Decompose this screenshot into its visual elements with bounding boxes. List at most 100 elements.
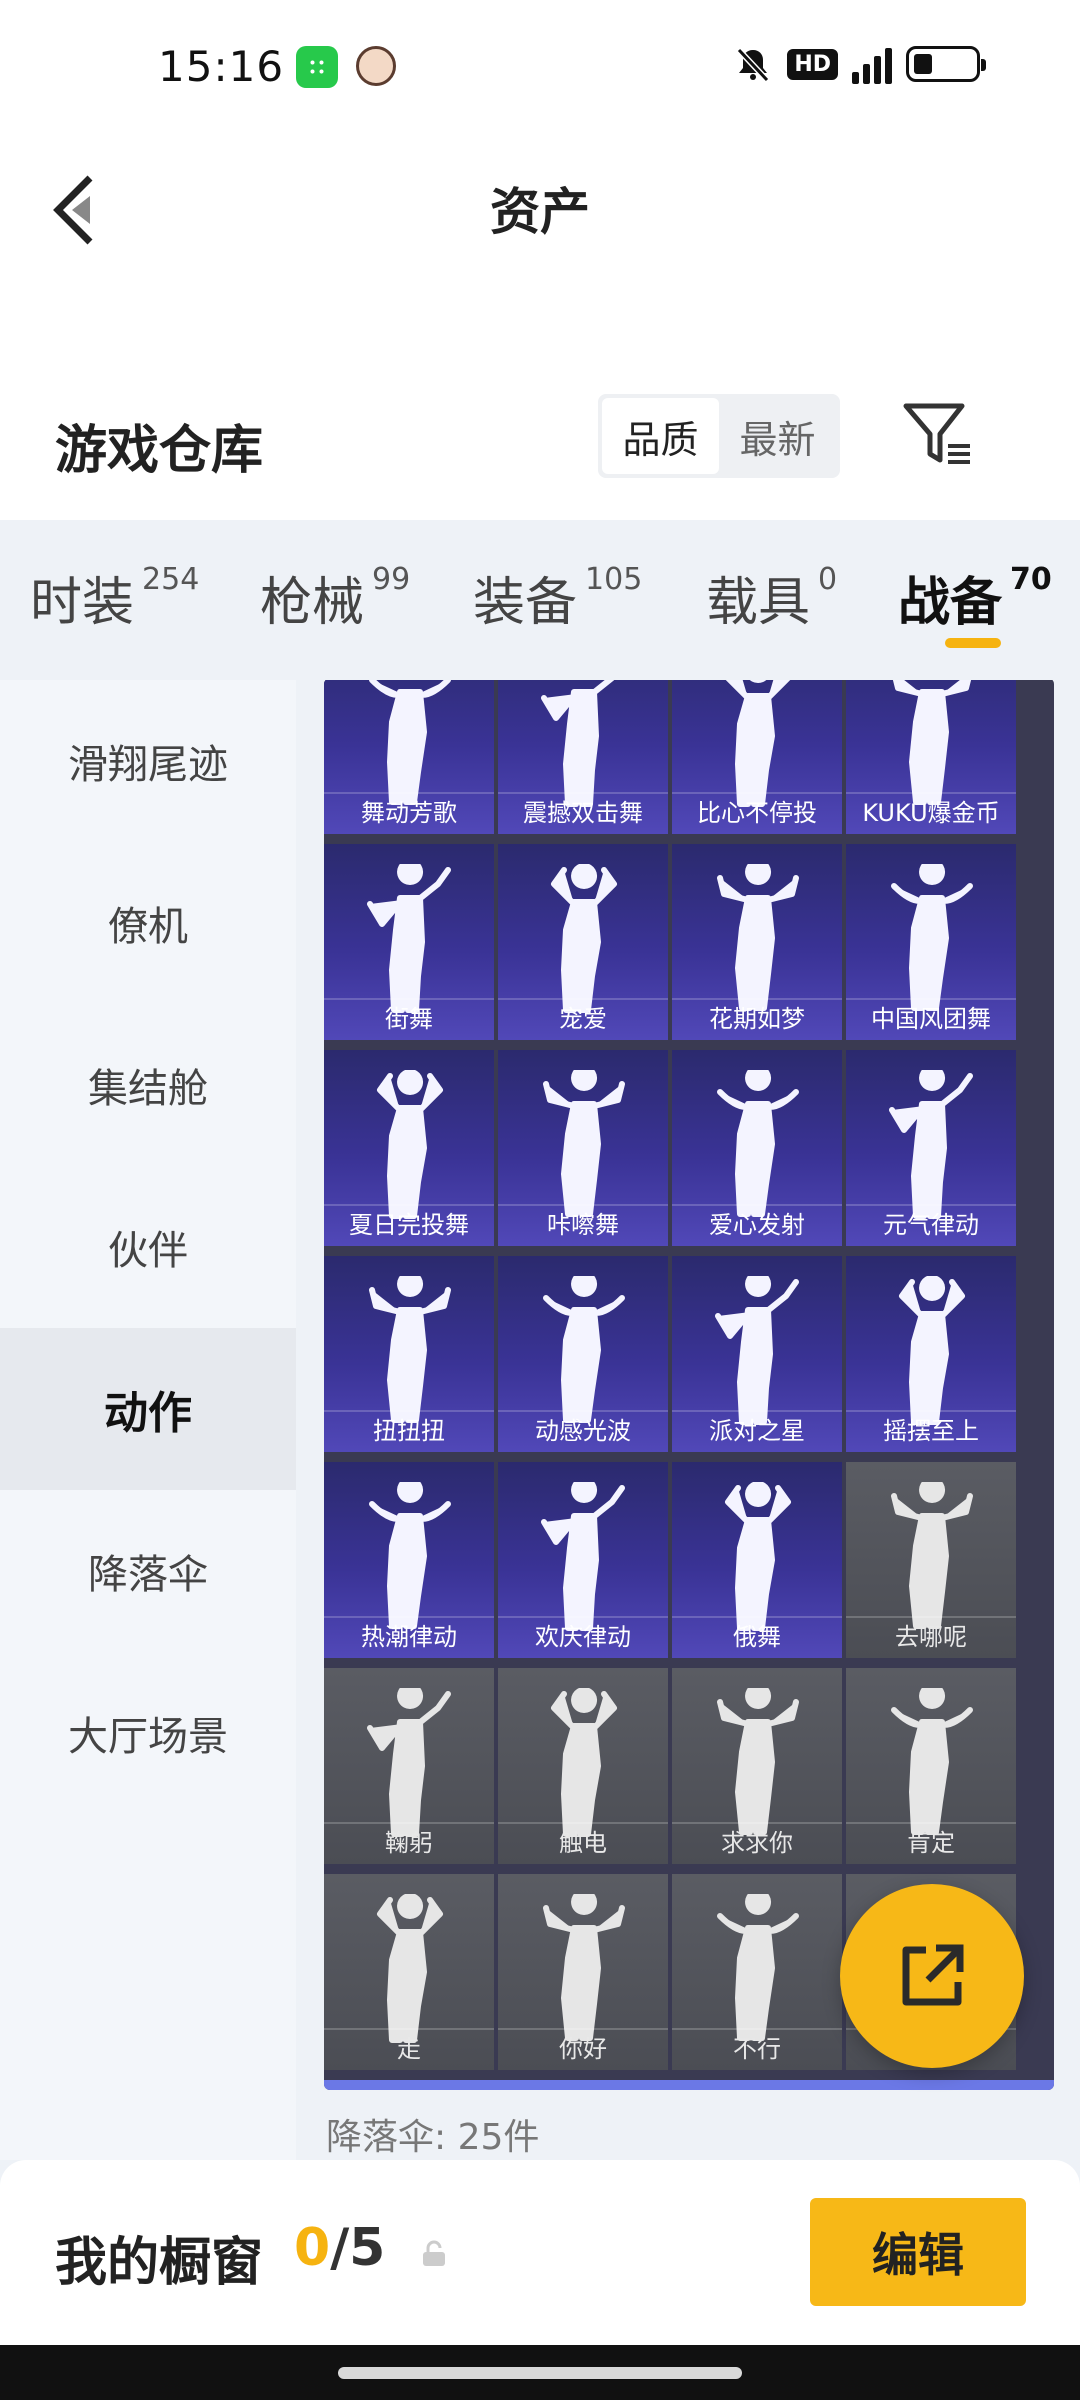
dancer-silhouette-icon <box>892 680 972 805</box>
warehouse-bar: 游戏仓库 品质 最新 <box>0 370 1080 520</box>
grid-bottom-border <box>324 2080 1054 2090</box>
emote-label: 震撼双击舞 <box>523 799 643 827</box>
dancer-silhouette-icon <box>377 1894 443 2043</box>
emote-card[interactable]: 鞠躬 <box>324 1668 494 1864</box>
share-button[interactable] <box>840 1884 1024 2068</box>
emote-card[interactable]: KUKU爆金币 <box>846 680 1016 834</box>
emote-card[interactable]: 舞动芳歌 <box>324 680 494 834</box>
dancer-silhouette-icon <box>717 1070 799 1217</box>
emote-card[interactable]: 街舞 <box>324 844 494 1040</box>
emote-label: 比心不停投 <box>697 799 817 827</box>
dancer-silhouette-icon <box>369 1276 451 1423</box>
tab-battle-prep[interactable]: 战备 70 <box>898 560 1052 635</box>
header: 资产 <box>0 130 1080 400</box>
sort-latest-button[interactable]: 最新 <box>719 398 836 474</box>
filter-icon[interactable] <box>900 400 980 470</box>
emote-label: 咔嚓舞 <box>547 1211 619 1239</box>
dancer-silhouette-icon <box>543 1070 625 1217</box>
emote-card[interactable]: 走 <box>324 1874 494 2070</box>
emote-label: 摇摆至上 <box>883 1417 979 1445</box>
emote-label: 欢庆律动 <box>535 1623 631 1651</box>
emote-label: 触电 <box>559 1829 607 1857</box>
status-bar: 15:16 HD <box>0 0 1080 130</box>
next-section-label: 降落伞: 25件 <box>326 2117 540 2158</box>
dancer-silhouette-icon <box>899 1276 965 1425</box>
dancer-silhouette-icon <box>541 1482 625 1631</box>
emote-label: 舞动芳歌 <box>361 799 457 827</box>
emote-card[interactable]: 不行 <box>672 1874 842 2070</box>
emote-label: 爱心发射 <box>709 1211 805 1239</box>
emote-grid: 舞动芳歌 震撼双击舞 比心不停投 KUKU爆金币街舞 宠爱 花期如梦 中国风团舞夏日完投舞 咔… <box>324 680 1054 2090</box>
emote-label: 花期如梦 <box>709 1005 805 1033</box>
sort-toggle: 品质 最新 <box>598 394 840 478</box>
emote-card[interactable]: 扭扭扭 <box>324 1256 494 1452</box>
active-tab-indicator <box>945 638 1001 648</box>
emote-card[interactable]: 夏日完投舞 <box>324 1050 494 1246</box>
sidebar-item-emote[interactable]: 动作 <box>0 1328 296 1490</box>
emote-card[interactable]: 花期如梦 <box>672 844 842 1040</box>
sidebar-item-glide-trail[interactable]: 滑翔尾迹 <box>0 680 296 842</box>
emote-label: 夏日完投舞 <box>349 1211 469 1239</box>
emote-label: 去哪呢 <box>895 1623 967 1651</box>
mute-bell-icon <box>737 47 770 83</box>
page-title: 资产 <box>490 183 590 241</box>
edit-button[interactable]: 编辑 <box>810 2198 1026 2306</box>
emote-label: 你好 <box>559 2035 607 2063</box>
sidebar-item-parachute[interactable]: 降落伞 <box>0 1490 296 1652</box>
emote-card[interactable]: 热潮律动 <box>324 1462 494 1658</box>
sidebar-item-lobby-scene[interactable]: 大厅场景 <box>0 1652 296 1814</box>
emote-card[interactable]: 求求你 <box>672 1668 842 1864</box>
emote-card[interactable]: 去哪呢 <box>846 1462 1016 1658</box>
showcase-count: 0/5 <box>294 2218 386 2278</box>
app-notification-icon <box>296 46 338 88</box>
emote-label: 不行 <box>733 2035 781 2063</box>
emote-card[interactable]: 俄舞 <box>672 1462 842 1658</box>
emote-card[interactable]: 宠爱 <box>498 844 668 1040</box>
emote-card[interactable]: 动感光波 <box>498 1256 668 1452</box>
sidebar: 滑翔尾迹 僚机 集结舱 伙伴 动作 降落伞 大厅场景 <box>0 680 296 2160</box>
emote-card[interactable]: 欢庆律动 <box>498 1462 668 1658</box>
sort-quality-button[interactable]: 品质 <box>602 398 719 474</box>
emote-label: 宠爱 <box>559 1005 607 1033</box>
emote-card[interactable]: 比心不停投 <box>672 680 842 834</box>
warehouse-title: 游戏仓库 <box>55 421 264 481</box>
emote-card[interactable]: 中国风团舞 <box>846 844 1016 1040</box>
dancer-silhouette-icon <box>541 680 615 807</box>
sidebar-item-wingman[interactable]: 僚机 <box>0 842 296 1004</box>
dancer-silhouette-icon <box>715 1276 799 1425</box>
tab-guns[interactable]: 枪械 99 <box>260 560 410 635</box>
emote-card[interactable]: 咔嚓舞 <box>498 1050 668 1246</box>
emote-label: KUKU爆金币 <box>862 799 1000 827</box>
emote-label: 肯定 <box>907 1829 955 1857</box>
dancer-silhouette-icon <box>891 1482 973 1629</box>
dancer-silhouette-icon <box>551 1688 617 1837</box>
tab-equipment[interactable]: 装备 105 <box>473 560 642 635</box>
sidebar-item-pod[interactable]: 集结舱 <box>0 1004 296 1166</box>
system-nav-bar <box>0 2345 1080 2400</box>
home-indicator[interactable] <box>338 2367 742 2379</box>
emote-card[interactable]: 震撼双击舞 <box>498 680 668 834</box>
emote-card[interactable]: 派对之星 <box>672 1256 842 1452</box>
emote-card[interactable]: 你好 <box>498 1874 668 2070</box>
tab-vehicles[interactable]: 载具 0 <box>706 560 837 635</box>
emote-card[interactable]: 触电 <box>498 1668 668 1864</box>
tab-fashion[interactable]: 时装 254 <box>30 560 199 635</box>
showcase-bar: 我的橱窗 0/5 编辑 <box>0 2160 1080 2345</box>
emote-label: 鞠躬 <box>385 1829 433 1857</box>
emote-card[interactable]: 元气律动 <box>846 1050 1016 1246</box>
share-icon <box>902 1944 964 2006</box>
emote-label: 派对之星 <box>709 1417 805 1445</box>
emote-card[interactable]: 摇摆至上 <box>846 1256 1016 1452</box>
emote-card[interactable]: 肯定 <box>846 1668 1016 1864</box>
emote-label: 走 <box>397 2035 421 2063</box>
emote-label: 中国风团舞 <box>871 1005 991 1033</box>
emote-label: 俄舞 <box>733 1623 781 1651</box>
dancer-silhouette-icon <box>717 1894 799 2041</box>
dancer-silhouette-icon <box>377 1070 443 1219</box>
dancer-silhouette-icon <box>725 680 791 807</box>
sidebar-item-partner[interactable]: 伙伴 <box>0 1166 296 1328</box>
status-icons: HD <box>733 44 986 84</box>
status-time: 15:16 <box>158 42 285 91</box>
dancer-silhouette-icon <box>543 1276 625 1423</box>
emote-card[interactable]: 爱心发射 <box>672 1050 842 1246</box>
